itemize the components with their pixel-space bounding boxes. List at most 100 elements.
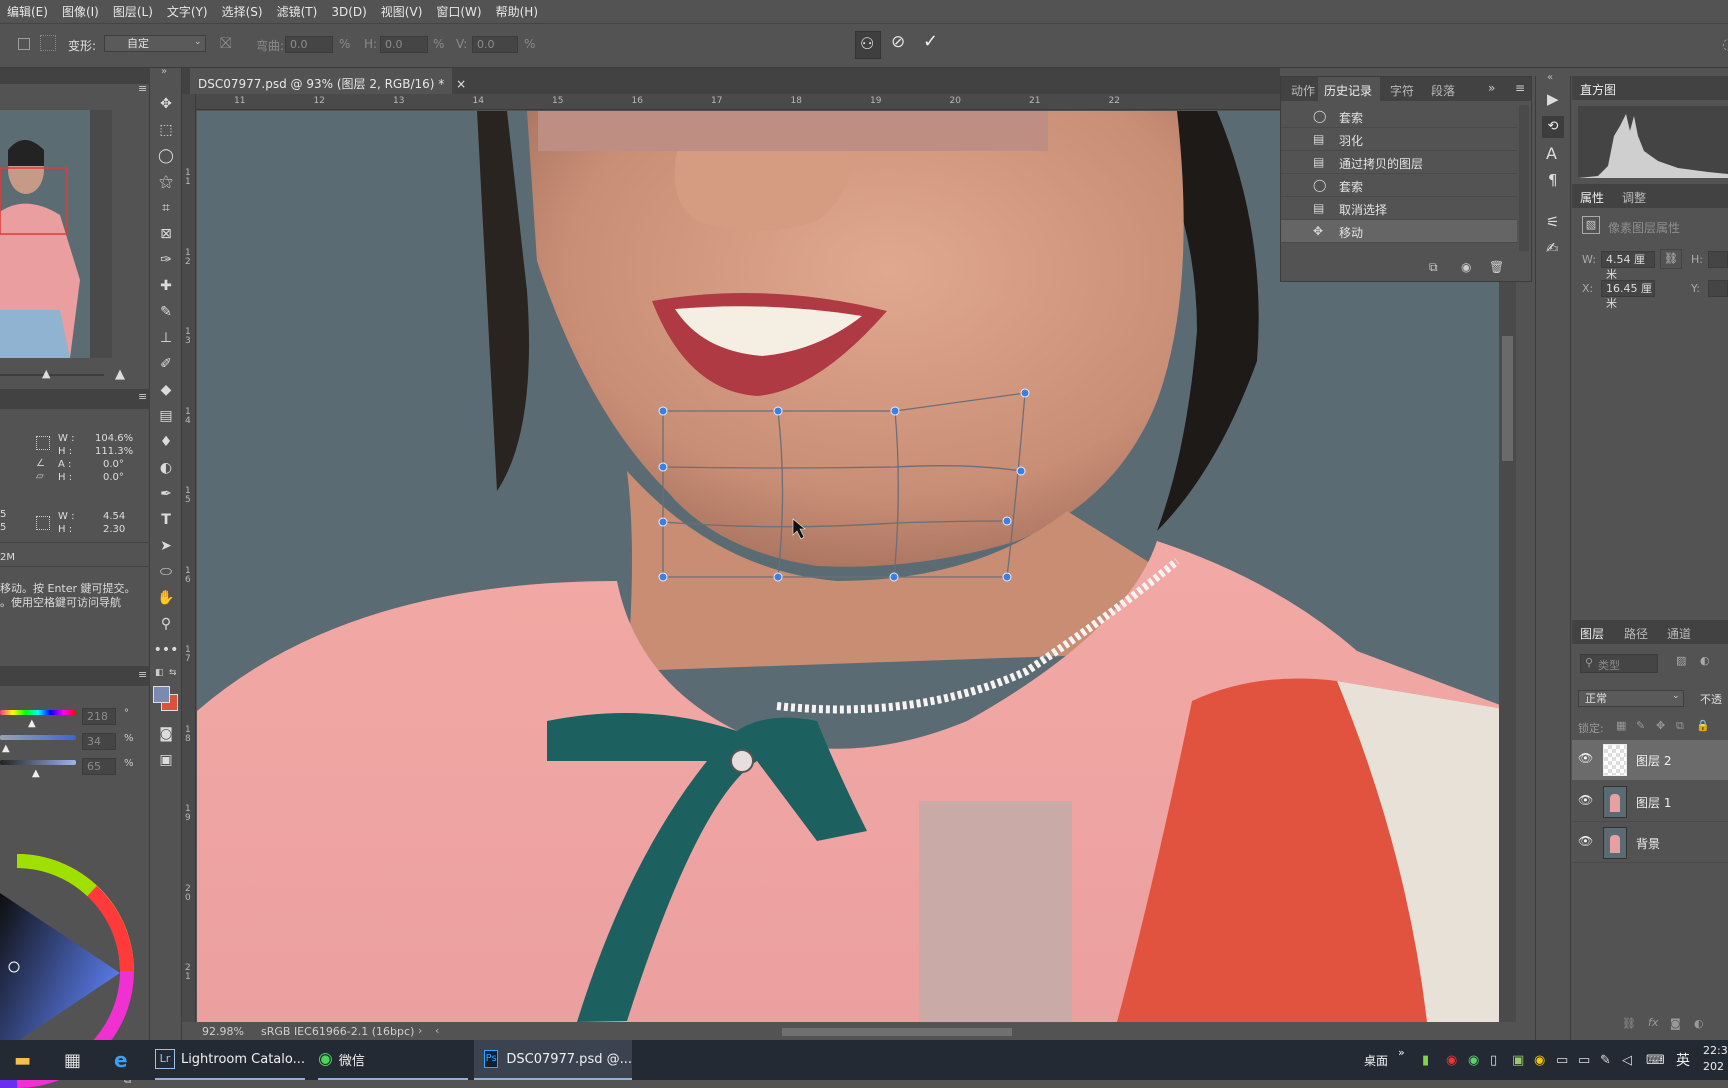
tray-security-icon[interactable]: ◉: [1534, 1040, 1545, 1080]
layer-row[interactable]: 👁 图层 1: [1572, 782, 1728, 822]
healing-brush-tool-icon[interactable]: ✚: [156, 276, 176, 296]
vertical-ruler[interactable]: 11 12 13 14 15 16 17 18 19 20 21: [182, 94, 196, 1030]
prop-x-input[interactable]: 16.45 厘米: [1601, 280, 1655, 310]
h-input[interactable]: 0.0: [380, 36, 428, 53]
zoom-in-icon[interactable]: ▲: [115, 367, 125, 382]
move-tool-icon[interactable]: ✥: [156, 94, 176, 114]
menu-type[interactable]: 文字(Y): [160, 3, 215, 20]
document-tab[interactable]: DSC07977.psd @ 93% (图层 2, RGB/16) * ×: [190, 68, 466, 94]
swap-colors-icon[interactable]: ⇆: [169, 668, 177, 678]
expand-panels-icon[interactable]: »: [1488, 81, 1495, 95]
visibility-eye-icon[interactable]: 👁: [1578, 751, 1593, 765]
tab-actions[interactable]: 动作: [1291, 77, 1315, 101]
screen-mode-icon[interactable]: ▣: [156, 750, 176, 770]
path-selection-tool-icon[interactable]: ➤: [156, 536, 176, 556]
lock-artboard-icon[interactable]: ⧉: [1676, 719, 1684, 733]
dodge-tool-icon[interactable]: ◐: [156, 458, 176, 478]
taskbar-app-photoshop[interactable]: Ps DSC07977.psd @...: [474, 1040, 632, 1080]
tray-display-icon[interactable]: ▭: [1578, 1040, 1590, 1080]
lock-transparent-icon[interactable]: ▦: [1616, 719, 1626, 732]
history-menu-icon[interactable]: ≡: [1515, 81, 1525, 95]
link-layers-icon[interactable]: ⛓: [1622, 1017, 1636, 1030]
close-tab-icon[interactable]: ×: [456, 77, 466, 91]
hue-input[interactable]: 218: [82, 708, 116, 725]
commit-check-icon[interactable]: ✓: [923, 31, 938, 52]
menu-edit[interactable]: 编辑(E): [0, 3, 55, 20]
menu-window[interactable]: 窗口(W): [429, 3, 488, 20]
zoom-slider-thumb[interactable]: ▲: [42, 367, 50, 380]
system-clock[interactable]: 22:3 202: [1703, 1043, 1728, 1075]
history-item[interactable]: ▤ 取消选择: [1281, 197, 1517, 220]
paragraph-icon[interactable]: ¶: [1548, 171, 1558, 189]
tray-volume-icon[interactable]: ◁: [1622, 1040, 1632, 1080]
clone-stamp-tool-icon[interactable]: ⊥: [156, 328, 176, 348]
menu-filter[interactable]: 滤镜(T): [270, 3, 325, 20]
brightness-input[interactable]: 65: [82, 758, 116, 775]
tray-app-icon[interactable]: ▮: [1422, 1040, 1429, 1080]
reference-point-grid-icon[interactable]: [40, 35, 56, 51]
prop-h-input[interactable]: [1708, 251, 1728, 268]
adjustments-sliders-icon[interactable]: ⚟: [1546, 213, 1559, 231]
tab-channels[interactable]: 通道: [1667, 625, 1691, 642]
gradient-tool-icon[interactable]: ▤: [156, 406, 176, 426]
blur-tool-icon[interactable]: ♦: [156, 432, 176, 452]
toolbar-collapse-icon[interactable]: »: [161, 66, 167, 77]
tab-adjustments[interactable]: 调整: [1622, 189, 1646, 206]
menu-3d[interactable]: 3D(D): [324, 5, 373, 19]
eraser-tool-icon[interactable]: ◆: [156, 380, 176, 400]
strip-collapse-icon[interactable]: «: [1547, 72, 1553, 83]
lasso-tool-icon[interactable]: ◯: [156, 146, 176, 166]
panel-collapse-bar[interactable]: [0, 68, 150, 84]
saturation-input[interactable]: 34: [82, 733, 116, 750]
hue-slider[interactable]: [0, 710, 76, 715]
edge-browser-icon[interactable]: e: [114, 1040, 128, 1080]
character-icon[interactable]: A: [1546, 144, 1557, 163]
actions-play-icon[interactable]: ▶: [1547, 90, 1559, 108]
layer-row-selected[interactable]: 👁 图层 2: [1572, 740, 1728, 780]
tray-touch-keyboard-icon[interactable]: ⌨: [1646, 1040, 1665, 1080]
brightness-slider-thumb[interactable]: ▲: [32, 768, 40, 779]
cancel-icon[interactable]: ⊘: [891, 32, 905, 52]
adjustment-layer-icon[interactable]: ◐: [1694, 1017, 1704, 1030]
lock-position-icon[interactable]: ✥: [1656, 719, 1665, 732]
prop-y-input[interactable]: [1708, 280, 1728, 297]
history-brush-tool-icon[interactable]: ✐: [156, 354, 176, 374]
blend-mode-select[interactable]: 正常: [1578, 690, 1684, 707]
tray-usb-icon[interactable]: ▯: [1490, 1040, 1497, 1080]
crop-tool-icon[interactable]: ⌗: [156, 198, 176, 218]
tray-weibo-icon[interactable]: ◉: [1446, 1040, 1457, 1080]
layer-row[interactable]: 👁 背景: [1572, 823, 1728, 863]
history-item-selected[interactable]: ✥ 移动: [1281, 220, 1517, 243]
bend-input[interactable]: 0.0: [285, 36, 333, 53]
tray-network-icon[interactable]: ▣: [1512, 1040, 1524, 1080]
menu-image[interactable]: 图像(I): [55, 3, 106, 20]
menu-select[interactable]: 选择(S): [215, 3, 270, 20]
tray-keyboard-icon[interactable]: ▭: [1556, 1040, 1568, 1080]
filter-adjustment-icon[interactable]: ◐: [1700, 654, 1710, 667]
menu-layer[interactable]: 图层(L): [106, 3, 160, 20]
type-tool-icon[interactable]: T: [156, 510, 176, 530]
saturation-slider-thumb[interactable]: ▲: [2, 743, 10, 754]
color-menu-icon[interactable]: ≡: [138, 668, 147, 681]
tab-character[interactable]: 字符: [1390, 77, 1414, 101]
layer-style-fx-icon[interactable]: fx: [1648, 1016, 1658, 1029]
visibility-eye-icon[interactable]: 👁: [1578, 834, 1593, 848]
scroll-left-icon[interactable]: ‹: [435, 1024, 439, 1037]
history-scrollbar[interactable]: [1519, 105, 1529, 251]
brightness-slider[interactable]: [0, 760, 76, 765]
brush-tool-icon[interactable]: ✎: [156, 302, 176, 322]
horizontal-scrollbar-thumb[interactable]: [782, 1028, 1012, 1036]
zoom-tool-icon[interactable]: ⚲: [156, 614, 176, 634]
hue-slider-thumb[interactable]: ▲: [28, 718, 36, 729]
search-icon[interactable]: ◌: [1722, 34, 1728, 53]
link-dimensions-icon[interactable]: ⛓: [1660, 249, 1682, 269]
magic-wand-tool-icon[interactable]: ⚝: [156, 172, 176, 192]
lock-pixels-icon[interactable]: ✎: [1636, 719, 1645, 732]
new-document-from-state-icon[interactable]: ⧉: [1429, 260, 1438, 275]
zoom-slider-track[interactable]: [0, 374, 104, 376]
desktop-toolbar-label[interactable]: 桌面: [1364, 1040, 1388, 1080]
transform-preset-select[interactable]: 自定: [104, 35, 206, 52]
calculator-icon[interactable]: ▦: [64, 1040, 81, 1080]
zoom-level[interactable]: 92.98%: [202, 1025, 244, 1038]
lock-all-icon[interactable]: 🔒: [1696, 719, 1710, 732]
